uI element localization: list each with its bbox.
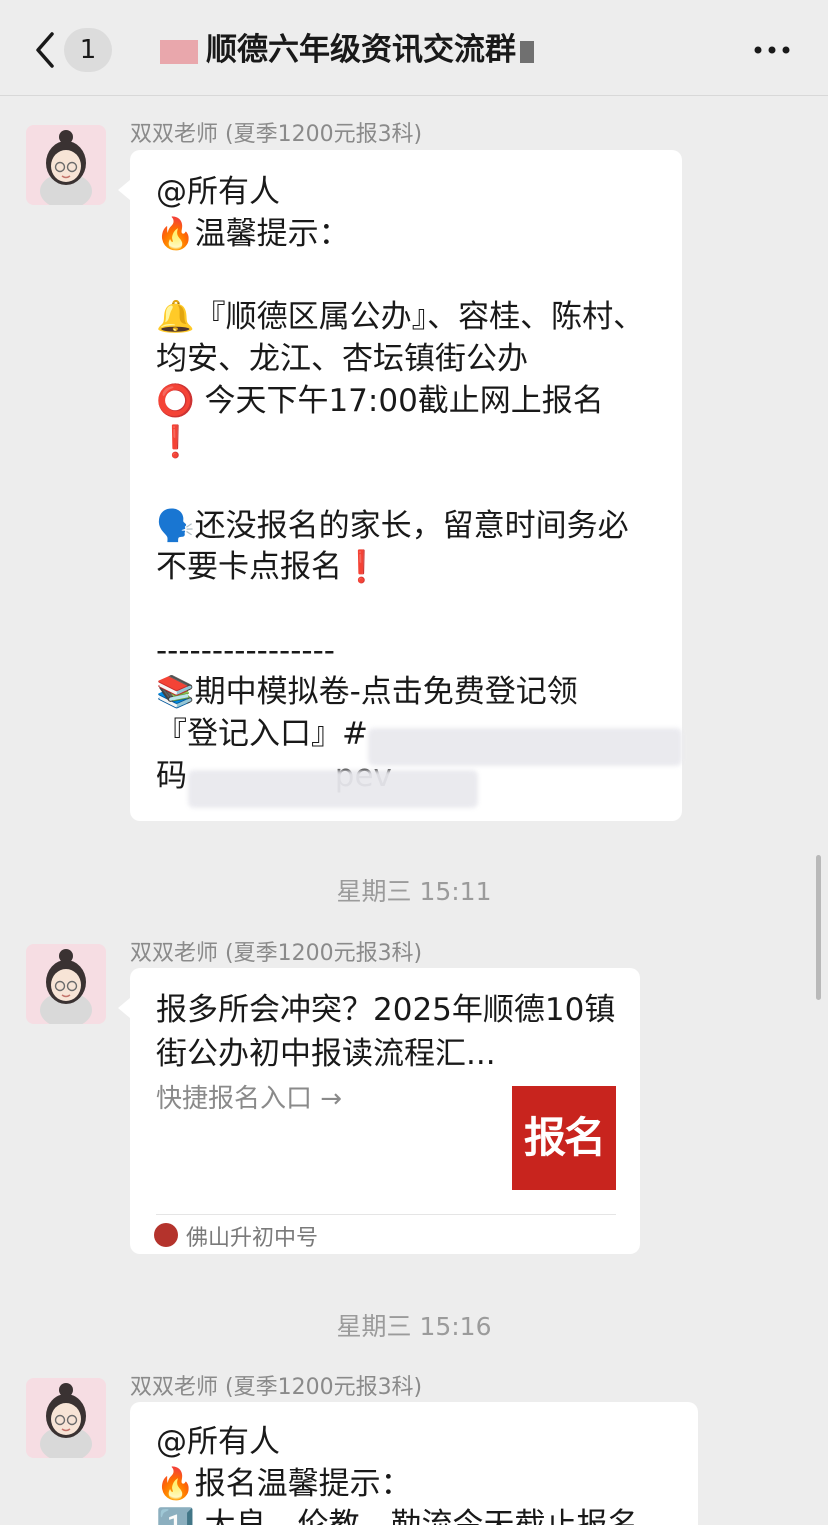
- avatar[interactable]: [26, 125, 106, 205]
- card-thumbnail: 报名: [512, 1086, 616, 1190]
- back-arrow-icon[interactable]: [30, 28, 62, 72]
- redacted-mark: [160, 39, 198, 64]
- sender-name: 双双老师 (夏季1200元报3科): [130, 941, 423, 966]
- teacher-avatar-icon: [26, 1378, 106, 1458]
- teacher-avatar-icon: [26, 944, 106, 1024]
- avatar[interactable]: [26, 1378, 106, 1458]
- unread-count-badge[interactable]: 1: [64, 28, 112, 72]
- card-source: 佛山升初中号: [186, 1226, 319, 1251]
- redacted-mark: [520, 40, 534, 63]
- chat-title-text: 顺德六年级资讯交流群: [206, 32, 516, 68]
- message-bubble[interactable]: @所有人 🔥温馨提示： 🔔『顺德区属公办』、容桂、陈村、均安、龙江、杏坛镇街公办…: [118, 150, 682, 821]
- blurred-content: [188, 770, 478, 808]
- teacher-avatar-icon: [26, 125, 106, 205]
- avatar[interactable]: [26, 944, 106, 1024]
- link-card[interactable]: 报多所会冲突？2025年顺德10镇街公办初中报读流程汇... 快捷报名入口 → …: [118, 968, 640, 1254]
- scrollbar[interactable]: [816, 855, 821, 1000]
- message-text: @所有人 🔥温馨提示： 🔔『顺德区属公办』、容桂、陈村、均安、龙江、杏坛镇街公办…: [156, 174, 645, 794]
- card-title: 报多所会冲突？2025年顺德10镇街公办初中报读流程汇...: [156, 992, 616, 1072]
- more-icon[interactable]: [752, 36, 792, 64]
- chat-title: 顺德六年级资讯交流群: [160, 28, 610, 72]
- timestamp: 星期三 15:16: [336, 1312, 492, 1341]
- message-text: @所有人 🔥报名温馨提示： 1️⃣ 大良、伦教、勒流今天截止报名: [156, 1424, 638, 1525]
- card-link[interactable]: 快捷报名入口 →: [156, 1078, 342, 1115]
- sender-name: 双双老师 (夏季1200元报3科): [130, 122, 423, 147]
- message-bubble[interactable]: @所有人 🔥报名温馨提示： 1️⃣ 大良、伦教、勒流今天截止报名: [130, 1402, 698, 1525]
- source-logo-icon: [154, 1223, 178, 1247]
- chat-header: 1 顺德六年级资讯交流群: [0, 0, 828, 96]
- divider: [156, 1214, 616, 1215]
- blurred-content: [368, 728, 682, 766]
- timestamp: 星期三 15:11: [336, 877, 492, 906]
- sender-name: 双双老师 (夏季1200元报3科): [130, 1375, 423, 1400]
